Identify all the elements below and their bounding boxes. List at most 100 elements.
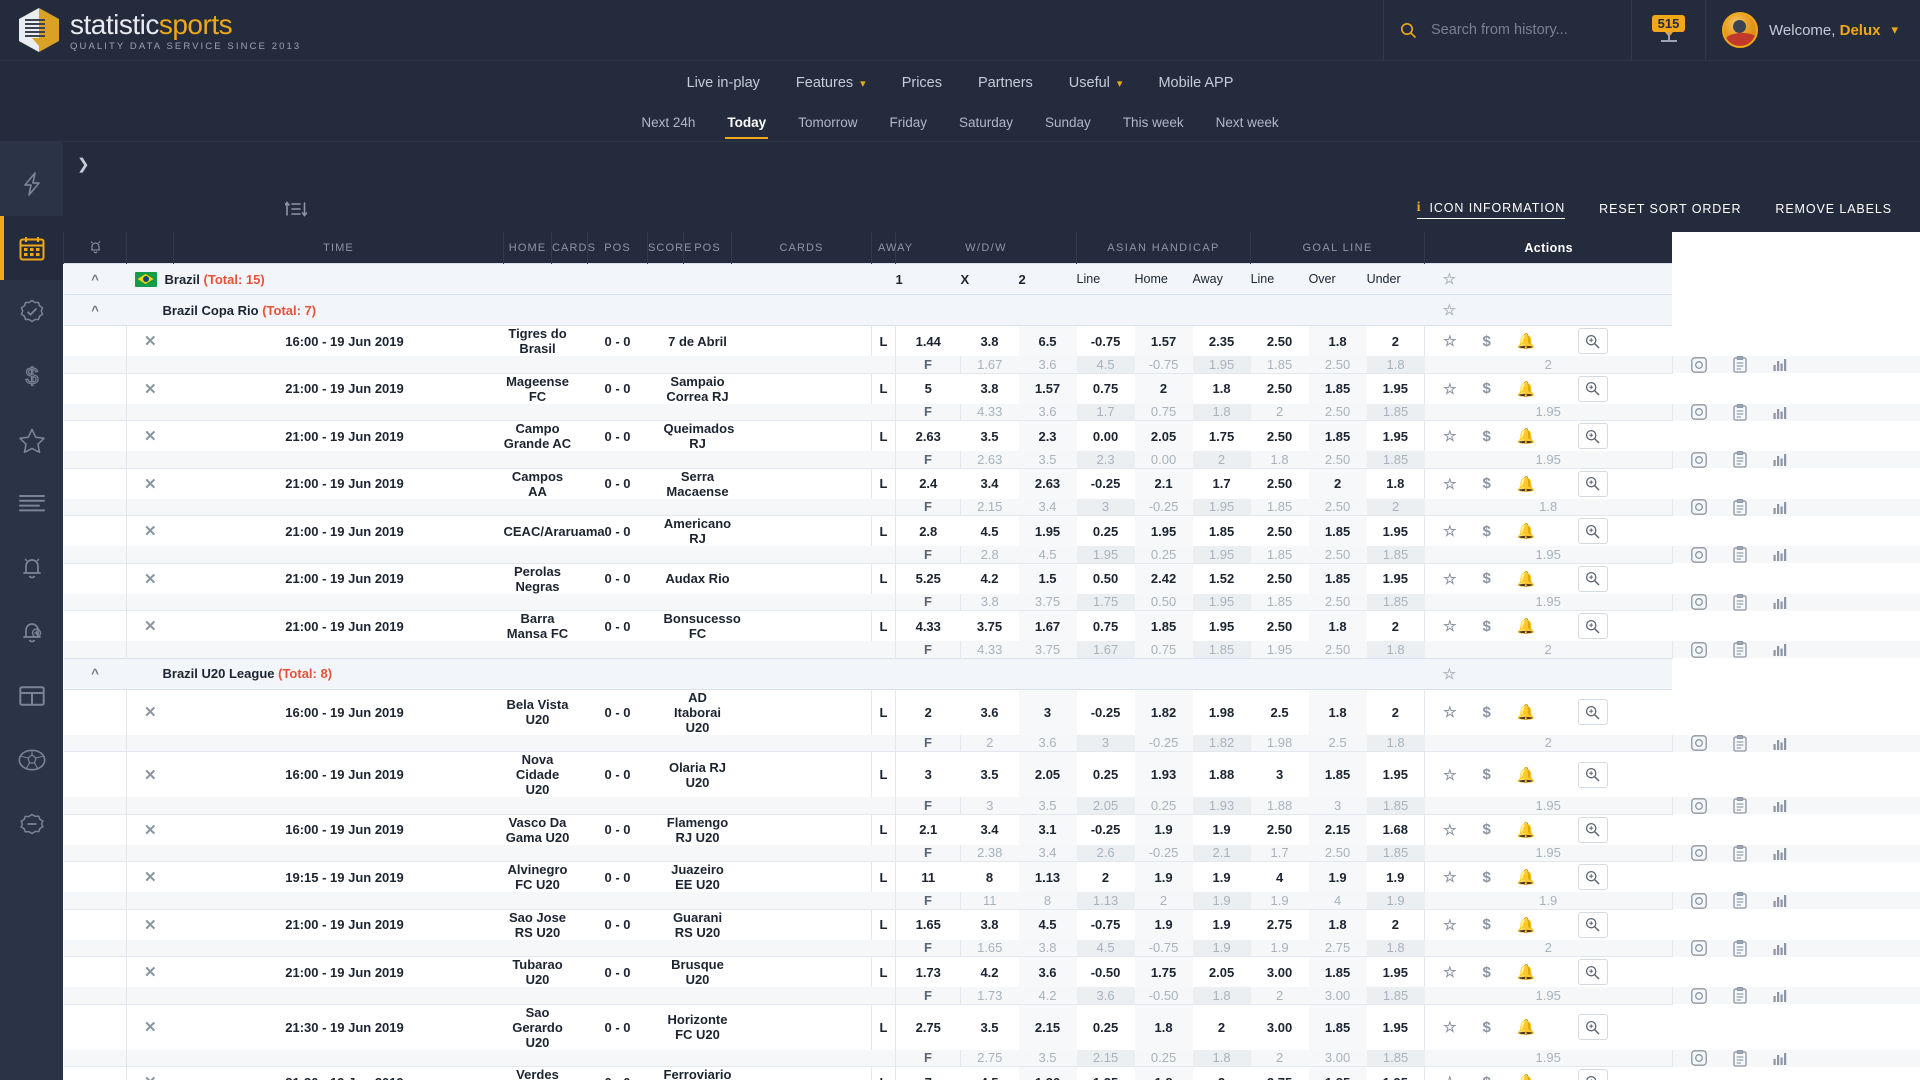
clipboard-icon[interactable] (1733, 356, 1747, 373)
odds-cell[interactable]: 1.82 (1192, 734, 1251, 752)
odds-cell[interactable]: 1.9 (1250, 939, 1309, 957)
odds-cell[interactable]: 1.93 (1192, 797, 1251, 814)
dollar-icon[interactable]: $ (1483, 618, 1491, 635)
odds-cell[interactable]: 1.25 (1076, 1066, 1135, 1080)
odds-cell[interactable]: 3.8 (960, 372, 1019, 404)
nav-item-mobile-app[interactable]: Mobile APP (1158, 75, 1233, 91)
odds-cell[interactable]: -0.75 (1134, 939, 1193, 957)
favorite-icon[interactable]: ☆ (1443, 916, 1456, 934)
bell-icon[interactable]: 🔔 (1517, 332, 1536, 350)
odds-cell[interactable]: 2.35 (1192, 325, 1251, 356)
odds-cell[interactable]: 2.05 (1076, 797, 1135, 814)
odds-cell[interactable]: 4.33 (960, 641, 1019, 658)
date-tab-saturday[interactable]: Saturday (957, 107, 1015, 139)
bell-icon[interactable]: 🔔 (1517, 380, 1536, 398)
clipboard-icon[interactable] (1733, 1049, 1747, 1067)
zoom-match-button[interactable] (1577, 613, 1608, 639)
odds-cell[interactable]: 7 (895, 1066, 961, 1080)
odds-cell[interactable]: 3 (1076, 498, 1135, 516)
bar-chart-icon[interactable] (1773, 405, 1789, 420)
favorite-icon[interactable]: ☆ (1443, 1073, 1456, 1080)
odds-cell[interactable]: 2.3 (1076, 451, 1135, 468)
camera-icon[interactable] (1690, 940, 1707, 956)
odds-cell[interactable]: 1.85 (1250, 356, 1309, 373)
odds-cell[interactable]: 3.00 (1308, 987, 1367, 1004)
table-row[interactable]: ✕ 21:00 - 19 Jun 2019 Sao Jose RS U20 0 - 0… (63, 908, 1920, 940)
odds-cell[interactable]: 1.8 (1134, 1003, 1193, 1050)
odds-cell[interactable]: 2 (1366, 688, 1425, 735)
clipboard-icon[interactable] (1733, 498, 1747, 516)
chevron-down-icon[interactable]: ▾ (1891, 22, 1898, 38)
odds-cell[interactable]: 1.95 (1192, 498, 1251, 516)
sidebar-item-badge-minus[interactable] (0, 792, 63, 856)
camera-icon[interactable] (1690, 546, 1707, 563)
odds-cell[interactable]: 3.4 (1018, 844, 1077, 862)
odds-cell[interactable]: 0.50 (1134, 593, 1193, 611)
odds-cell[interactable]: 4 (1250, 861, 1309, 892)
odds-cell[interactable]: -0.25 (1076, 813, 1135, 845)
date-tab-this-week[interactable]: This week (1121, 107, 1186, 139)
odds-cell[interactable]: 1.95 (1134, 515, 1193, 546)
home-team[interactable]: CEAC/Araruama (503, 515, 605, 546)
col-header-ah-home[interactable]: Home (1134, 263, 1193, 295)
notifications-button[interactable]: 515 (1631, 0, 1705, 60)
odds-cell[interactable]: 1.67 (960, 356, 1019, 373)
odds-cell[interactable]: 1.13 (1076, 892, 1135, 909)
col-header-x[interactable]: X (960, 263, 1019, 295)
table-row[interactable]: ✕ 21:00 - 19 Jun 2019 CEAC/Araruama 0 - 0 Am… (63, 515, 1920, 546)
odds-cell[interactable]: 3.00 (1250, 1003, 1309, 1050)
odds-cell[interactable]: 3.6 (1018, 956, 1077, 987)
odds-cell[interactable]: 1.98 (1192, 688, 1251, 735)
odds-cell[interactable]: 2.50 (1308, 641, 1367, 658)
away-team[interactable]: Ferroviario U20 (647, 1066, 732, 1080)
dollar-icon[interactable]: $ (1483, 869, 1491, 886)
odds-cell[interactable]: 1.8 (1192, 403, 1251, 421)
odds-cell[interactable]: 1.95 (1192, 593, 1251, 611)
remove-match-button[interactable]: ✕ (126, 908, 174, 940)
away-team[interactable]: Audax Rio (647, 562, 732, 594)
bar-chart-icon[interactable] (1773, 988, 1789, 1003)
sidebar-item-bell[interactable] (0, 536, 63, 600)
odds-cell[interactable]: 1.85 (1366, 593, 1425, 611)
odds-cell[interactable]: 1.85 (1308, 1066, 1367, 1080)
odds-cell[interactable]: 2.50 (1250, 420, 1309, 451)
odds-cell[interactable]: 2 (1076, 861, 1135, 892)
sidebar-item-calendar[interactable] (0, 216, 63, 280)
table-row[interactable]: F 2.15 3.4 3 -0.25 1.95 1.85 2.50 2 1.8 (63, 498, 1920, 516)
camera-icon[interactable] (1690, 892, 1707, 909)
odds-cell[interactable]: 2.50 (1308, 593, 1367, 611)
odds-cell[interactable]: 1.8 (1366, 734, 1425, 752)
alert-cell[interactable] (63, 498, 127, 516)
odds-cell[interactable]: 3 (960, 797, 1019, 814)
clipboard-icon[interactable] (1733, 641, 1747, 658)
table-row[interactable]: ✕ 21:00 - 19 Jun 2019 Barra Mansa FC 0 - 0B… (63, 610, 1920, 641)
odds-cell[interactable]: 3.5 (960, 1003, 1019, 1050)
odds-cell[interactable]: 2.50 (1250, 325, 1309, 356)
table-row[interactable]: F 11 8 1.13 2 1.9 1.9 4 1.9 1.9 (63, 892, 1920, 909)
odds-cell[interactable]: 1.95 (1424, 844, 1673, 862)
odds-cell[interactable]: 0.75 (1134, 403, 1193, 421)
bar-chart-icon[interactable] (1773, 736, 1789, 751)
alert-cell[interactable] (63, 1049, 127, 1067)
favorite-icon[interactable]: ☆ (1443, 703, 1456, 721)
col-header-gl-line[interactable]: Line (1250, 263, 1309, 295)
remove-match-button[interactable]: ✕ (126, 420, 174, 451)
odds-cell[interactable]: 1.9 (1134, 813, 1193, 845)
league-row[interactable]: ^ Brazil Copa Rio (Total: 7) ☆ (63, 294, 1920, 326)
odds-cell[interactable]: 2 (1134, 372, 1193, 404)
odds-cell[interactable]: 2.1 (1134, 467, 1193, 499)
odds-cell[interactable]: 1.85 (1308, 956, 1367, 987)
odds-cell[interactable]: 3.6 (1018, 403, 1077, 421)
away-team[interactable]: Flamengo RJ U20 (647, 813, 732, 845)
odds-cell[interactable]: 3.6 (1076, 987, 1135, 1004)
odds-cell[interactable]: 0.75 (1076, 610, 1135, 641)
table-row[interactable]: F 1.67 3.6 4.5 -0.75 1.95 1.85 2.50 1.8 2 (63, 356, 1920, 373)
odds-cell[interactable]: 3.4 (1018, 498, 1077, 516)
sidebar-item-star[interactable] (0, 408, 63, 472)
odds-cell[interactable]: 3.8 (960, 325, 1019, 356)
camera-icon[interactable] (1690, 356, 1707, 373)
away-team[interactable]: Bonsucesso FC (647, 610, 741, 641)
odds-cell[interactable]: 2 (1250, 987, 1309, 1004)
table-row[interactable]: ✕ 16:00 - 19 Jun 2019 Nova Cidade U20 0 - 0… (63, 751, 1920, 797)
bell-icon[interactable]: 🔔 (1517, 522, 1536, 540)
